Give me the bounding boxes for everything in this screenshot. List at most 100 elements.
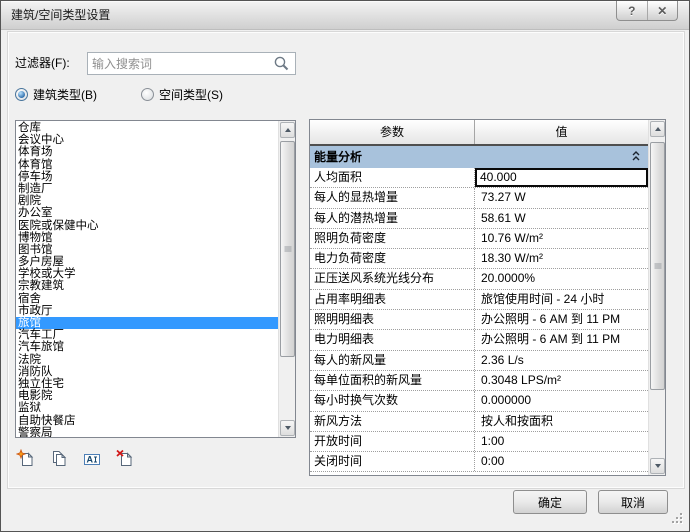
parameter-name: 照明负荷密度: [310, 228, 475, 249]
list-item[interactable]: 法院: [16, 354, 278, 366]
parameter-row[interactable]: 正压送风系统光线分布 20.0000%: [310, 269, 648, 290]
list-item[interactable]: 汽车工厂: [16, 329, 278, 341]
parameter-row[interactable]: 每小时换气次数 0.000000: [310, 391, 648, 412]
parameter-value-editing[interactable]: 40.000: [475, 168, 648, 188]
title-bar[interactable]: 建筑/空间类型设置 ? ✕: [1, 1, 689, 30]
building-type-list-items: 仓库 会议中心 体育场 体育馆 停车场 制造厂 剧院 办公室 医院或保健中心 博物馆 图书馆 多户房屋…: [16, 121, 278, 437]
help-button[interactable]: ?: [617, 1, 647, 20]
list-item[interactable]: 体育馆: [16, 159, 278, 171]
parameter-value[interactable]: 0.000000: [475, 391, 648, 411]
ok-button[interactable]: 确定: [513, 490, 587, 514]
list-item[interactable]: 独立住宅: [16, 378, 278, 390]
parameter-row[interactable]: 电力负荷密度 18.30 W/m²: [310, 249, 648, 270]
scroll-down-button[interactable]: [650, 458, 665, 474]
duplicate-type-icon: [53, 451, 67, 466]
scroll-down-button[interactable]: [280, 420, 295, 436]
parameter-name: 每单位面积的新风量: [310, 370, 475, 391]
parameter-value[interactable]: 办公照明 - 6 AM 到 11 PM: [475, 310, 648, 330]
list-item[interactable]: 宿舍: [16, 293, 278, 305]
filter-label: 过滤器(F):: [15, 56, 70, 70]
resize-grip[interactable]: [671, 512, 685, 526]
radio-space-label: 空间类型(S): [159, 87, 223, 102]
parameter-row[interactable]: 人均面积 40.000: [310, 168, 648, 189]
scrollbar-thumb[interactable]: [650, 142, 665, 390]
list-item[interactable]: 医院或保健中心: [16, 220, 278, 232]
list-item[interactable]: 市政厅: [16, 305, 278, 317]
collapse-chevron-icon[interactable]: [631, 150, 641, 162]
radio-building-type[interactable]: 建筑类型(B): [15, 86, 97, 102]
parameter-row[interactable]: 照明负荷密度 10.76 W/m²: [310, 228, 648, 250]
list-item[interactable]: 仓库: [16, 122, 278, 134]
list-item[interactable]: 宗教建筑: [16, 280, 278, 292]
list-item[interactable]: 剧院: [16, 195, 278, 207]
parameter-value[interactable]: 73.27 W: [475, 188, 648, 208]
caption-button-group: ? ✕: [616, 1, 678, 21]
parameter-value[interactable]: 办公照明 - 6 AM 到 11 PM: [475, 330, 648, 350]
list-item[interactable]: 体育场: [16, 146, 278, 158]
section-energy-analysis[interactable]: 能量分析: [310, 146, 648, 168]
list-item[interactable]: 电影院: [16, 390, 278, 402]
parameter-row[interactable]: 每人的显热增量 73.27 W: [310, 188, 648, 209]
list-item[interactable]: 消防队: [16, 366, 278, 378]
parameter-name: 每人的显热增量: [310, 188, 475, 208]
parameter-row[interactable]: 每单位面积的新风量 0.3048 LPS/m²: [310, 370, 648, 392]
parameter-row[interactable]: 关闭时间 0:00: [310, 452, 648, 473]
arrow-down-icon: [284, 426, 291, 430]
parameter-name: 每人的新风量: [310, 350, 475, 370]
parameter-row[interactable]: 照明明细表 办公照明 - 6 AM 到 11 PM: [310, 310, 648, 331]
parameter-row[interactable]: 开放时间 1:00: [310, 431, 648, 453]
parameter-row[interactable]: 每人的新风量 2.36 L/s: [310, 350, 648, 371]
list-item[interactable]: 图书馆: [16, 244, 278, 256]
parameter-value[interactable]: 2.36 L/s: [475, 350, 648, 370]
parameter-value[interactable]: 1:00: [475, 431, 648, 452]
list-item[interactable]: 自助快餐店: [16, 415, 278, 427]
list-item[interactable]: 旅馆: [16, 317, 278, 330]
parameter-value[interactable]: 58.61 W: [475, 208, 648, 228]
radio-dot-space: [141, 87, 154, 101]
column-header-parameter[interactable]: 参数: [310, 120, 475, 144]
parameter-value[interactable]: 0:00: [475, 452, 648, 472]
rename-type-button[interactable]: A: [82, 449, 102, 469]
list-item[interactable]: 制造厂: [16, 183, 278, 195]
section-label: 能量分析: [314, 150, 363, 164]
scroll-up-button[interactable]: [650, 121, 665, 137]
close-button[interactable]: ✕: [646, 1, 678, 20]
column-header-value[interactable]: 值: [475, 120, 648, 144]
list-item[interactable]: 办公室: [16, 207, 278, 219]
filter-search-input[interactable]: [87, 52, 296, 75]
list-item[interactable]: 警察局: [16, 427, 278, 437]
list-item[interactable]: 停车场: [16, 171, 278, 183]
parameter-rows: 人均面积 40.000 每人的显热增量 73.27 W 每人的潜热增量 58.61 W 照明…: [310, 168, 648, 473]
parameter-value[interactable]: 按人和按面积: [475, 411, 648, 431]
delete-type-button[interactable]: [115, 449, 135, 469]
help-icon: ?: [628, 3, 636, 18]
list-item[interactable]: 博物馆: [16, 232, 278, 244]
scrollbar-thumb[interactable]: [280, 141, 295, 357]
parameter-row[interactable]: 占用率明细表 旅馆使用时间 - 24 小时: [310, 289, 648, 311]
list-item[interactable]: 监狱: [16, 402, 278, 414]
radio-space-type[interactable]: 空间类型(S): [141, 86, 223, 102]
list-item[interactable]: 会议中心: [16, 134, 278, 146]
parameter-name: 开放时间: [310, 431, 475, 452]
dialog-title: 建筑/空间类型设置: [11, 8, 111, 22]
parameter-value[interactable]: 旅馆使用时间 - 24 小时: [475, 289, 648, 310]
building-type-list[interactable]: 仓库 会议中心 体育场 体育馆 停车场 制造厂 剧院 办公室 医院或保健中心 博物馆 图书馆 多户房屋…: [15, 120, 296, 438]
table-scrollbar[interactable]: [648, 120, 665, 475]
table-header-row: 参数 值: [310, 120, 648, 146]
parameter-row[interactable]: 每人的潜热增量 58.61 W: [310, 208, 648, 229]
list-item[interactable]: 汽车旅馆: [16, 341, 278, 353]
list-item[interactable]: 学校或大学: [16, 268, 278, 280]
list-scrollbar[interactable]: [278, 121, 295, 437]
scroll-up-button[interactable]: [280, 122, 295, 138]
parameter-value[interactable]: 10.76 W/m²: [475, 228, 648, 249]
parameter-value[interactable]: 0.3048 LPS/m²: [475, 370, 648, 391]
parameter-row[interactable]: 新风方法 按人和按面积: [310, 411, 648, 432]
duplicate-type-button[interactable]: [49, 449, 69, 469]
parameter-value[interactable]: 20.0000%: [475, 269, 648, 289]
list-item[interactable]: 多户房屋: [16, 256, 278, 268]
new-type-button[interactable]: [15, 448, 36, 469]
cancel-button[interactable]: 取消: [598, 490, 668, 514]
parameter-name: 占用率明细表: [310, 289, 475, 310]
parameter-row[interactable]: 电力明细表 办公照明 - 6 AM 到 11 PM: [310, 330, 648, 351]
parameter-value[interactable]: 18.30 W/m²: [475, 249, 648, 269]
